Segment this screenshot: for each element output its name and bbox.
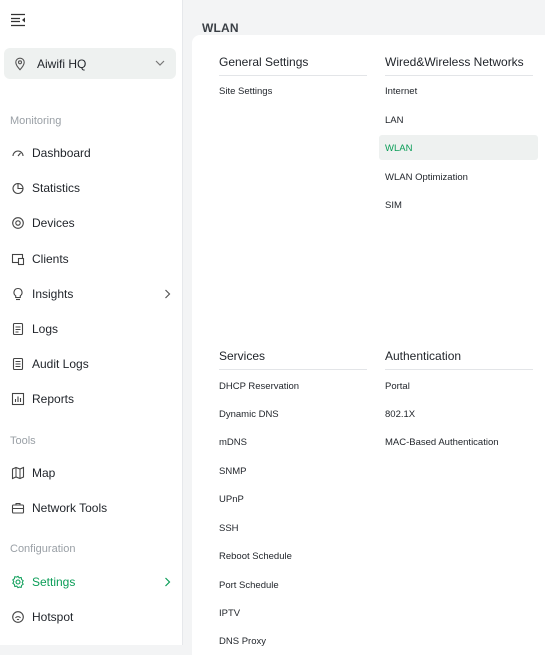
location-pin-icon	[15, 57, 25, 70]
clients-icon	[11, 253, 25, 266]
column-title-wired-wireless: Wired&Wireless Networks	[385, 55, 524, 69]
section-label-monitoring: Monitoring	[10, 115, 62, 127]
lightbulb-icon	[13, 287, 23, 301]
chevron-down-icon	[155, 60, 165, 66]
menu-link-dynamic-dns[interactable]: Dynamic DNS	[219, 409, 279, 420]
sidebar-item-label: Settings	[32, 575, 76, 589]
sidebar-item-label: Logs	[32, 322, 59, 336]
menu-link-reboot-schedule[interactable]: Reboot Schedule	[219, 551, 292, 562]
gear-icon	[12, 575, 24, 589]
section-label-configuration: Configuration	[10, 543, 76, 555]
menu-link-port-schedule[interactable]: Port Schedule	[219, 580, 279, 591]
target-icon	[12, 217, 24, 229]
sidebar-item-label: Audit Logs	[32, 357, 89, 371]
sidebar-item-label: Statistics	[32, 181, 81, 195]
menu-link-mdns[interactable]: mDNS	[219, 437, 247, 448]
sidebar-item-audit-logs[interactable]: Audit Logs	[0, 350, 182, 378]
toolbox-icon	[11, 503, 25, 514]
sidebar-item-label: Hotspot	[32, 610, 74, 624]
bar-chart-icon	[11, 392, 25, 406]
menu-link-internet[interactable]: Internet	[385, 86, 417, 97]
menu-link-site-settings[interactable]: Site Settings	[219, 86, 272, 97]
section-label-tools: Tools	[10, 435, 36, 447]
sidebar-item-hotspot[interactable]: Hotspot	[0, 603, 182, 631]
settings-menu-panel	[192, 35, 545, 655]
sidebar-item-label: Insights	[32, 287, 74, 301]
sidebar-item-label: Devices	[32, 216, 75, 230]
column-title-general-settings: General Settings	[219, 55, 309, 69]
menu-link-wlan[interactable]: WLAN	[385, 143, 412, 154]
divider	[385, 75, 533, 76]
list-document-icon	[12, 357, 24, 371]
menu-link-dns-proxy[interactable]: DNS Proxy	[219, 636, 266, 647]
site-selector[interactable]: Aiwifi HQ	[4, 48, 176, 79]
sidebar-item-map[interactable]: Map	[0, 459, 182, 487]
column-title-authentication: Authentication	[385, 349, 462, 363]
menu-link-snmp[interactable]: SNMP	[219, 466, 246, 477]
sidebar-item-settings[interactable]: Settings	[0, 568, 182, 596]
sidebar-item-dashboard[interactable]: Dashboard	[0, 139, 182, 167]
sidebar-item-logs[interactable]: Logs	[0, 315, 182, 343]
menu-link-ssh[interactable]: SSH	[219, 523, 239, 534]
gauge-icon	[12, 150, 24, 157]
chevron-right-icon	[165, 577, 171, 587]
collapse-menu-icon[interactable]	[10, 13, 26, 27]
sidebar-item-statistics[interactable]: Statistics	[0, 174, 182, 202]
hotspot-icon	[12, 611, 24, 623]
column-title-services: Services	[219, 349, 266, 363]
sidebar: Aiwifi HQ Monitoring Dashboard Statistic…	[0, 0, 183, 645]
sidebar-item-label: Map	[32, 466, 56, 480]
menu-link-portal[interactable]: Portal	[385, 381, 410, 392]
menu-link-mac-based-authentication[interactable]: MAC-Based Authentication	[385, 437, 499, 448]
pie-chart-icon	[12, 182, 24, 195]
sidebar-item-reports[interactable]: Reports	[0, 385, 182, 413]
document-icon	[12, 322, 24, 336]
menu-link-iptv[interactable]: IPTV	[219, 608, 240, 619]
divider	[385, 369, 533, 370]
sidebar-item-insights[interactable]: Insights	[0, 280, 182, 308]
menu-link-wlan-optimization[interactable]: WLAN Optimization	[385, 172, 468, 183]
sidebar-item-network-tools[interactable]: Network Tools	[0, 494, 182, 522]
chevron-right-icon	[165, 289, 171, 299]
sidebar-item-devices[interactable]: Devices	[0, 209, 182, 237]
sidebar-item-clients[interactable]: Clients	[0, 245, 182, 273]
map-icon	[11, 466, 25, 480]
site-name: Aiwifi HQ	[37, 56, 87, 71]
menu-link-upnp[interactable]: UPnP	[219, 494, 244, 505]
menu-link-sim[interactable]: SIM	[385, 200, 402, 211]
menu-link-lan[interactable]: LAN	[385, 115, 403, 126]
page-title: WLAN	[202, 21, 239, 35]
divider	[219, 75, 367, 76]
menu-link-8021x[interactable]: 802.1X	[385, 409, 415, 420]
sidebar-item-label: Network Tools	[32, 501, 108, 515]
menu-link-dhcp-reservation[interactable]: DHCP Reservation	[219, 381, 299, 392]
sidebar-item-label: Dashboard	[32, 146, 91, 160]
sidebar-item-label: Clients	[32, 252, 69, 266]
sidebar-item-label: Reports	[32, 392, 75, 406]
divider	[219, 369, 367, 370]
